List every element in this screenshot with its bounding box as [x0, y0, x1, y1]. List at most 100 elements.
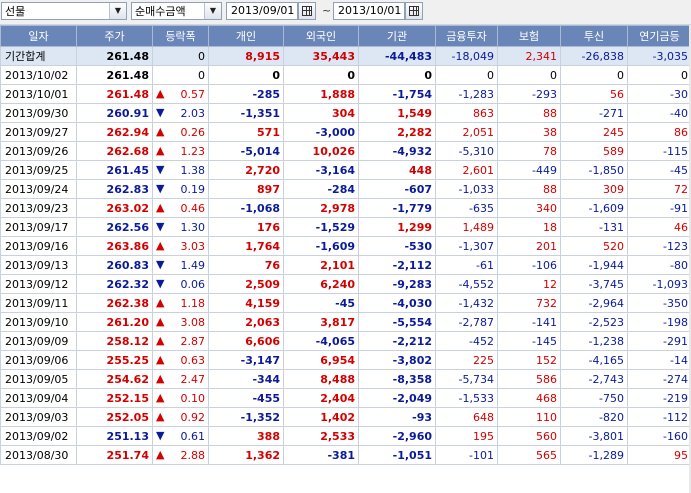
table-row[interactable]: 2013/09/05 254.62 ▲ 2.47 -344 8,488 -8,358 -5,7…	[0, 369, 691, 389]
row-fin: -1,533	[435, 388, 498, 408]
column-header[interactable]: 연기금등	[627, 25, 691, 47]
table-row[interactable]: 2013/09/12 262.32 ▼ 0.06 2,509 6,240 -9,283 -4,…	[0, 274, 691, 294]
row-indiv: -1,352	[208, 407, 284, 427]
chevron-down-icon[interactable]: ▼	[109, 3, 126, 19]
column-header[interactable]: 주가	[76, 25, 153, 47]
table-row[interactable]: 2013/09/13 260.83 ▼ 1.49 76 2,101 -2,112 -61 -10…	[0, 255, 691, 275]
row-ins: 12	[497, 274, 561, 294]
row-foreign: 6,954	[283, 350, 359, 370]
table-row[interactable]: 2013/09/24 262.83 ▼ 0.19 897 -284 -607 -1,033 88…	[0, 179, 691, 199]
table-row[interactable]: 2013/09/04 252.15 ▲ 0.10 -455 2,404 -2,049 -1,5…	[0, 388, 691, 408]
row-fin: 648	[435, 407, 498, 427]
row-change-value: 0.92	[180, 410, 206, 424]
row-ins: 340	[497, 198, 561, 218]
row-indiv: -455	[208, 388, 284, 408]
row-change-value: 0.19	[180, 182, 206, 196]
table-row[interactable]: 2013/10/02 261.48 0 0 0 0 0 0 0 0	[0, 65, 691, 85]
row-price: 252.15	[76, 388, 153, 408]
row-change-value: 0.26	[180, 125, 206, 139]
row-trust: 309	[560, 179, 628, 199]
row-pension: -291	[627, 331, 691, 351]
up-triangle-icon: ▲	[156, 372, 165, 385]
table-row[interactable]: 2013/09/25 261.45 ▼ 1.38 2,720 -3,164 448 2,601…	[0, 160, 691, 180]
table-row[interactable]: 2013/09/11 262.38 ▲ 1.18 4,159 -45 -4,030 -1,43…	[0, 293, 691, 313]
header-row: 일자 주가 등락폭 개인 외국인 기관 금융투자 보험 투신 연기금등	[0, 25, 691, 47]
row-pension: 95	[627, 445, 691, 465]
row-indiv: 388	[208, 426, 284, 446]
row-change: ▼ 0.61	[152, 426, 209, 446]
row-fin: 0	[435, 65, 498, 85]
chevron-down-icon[interactable]: ▼	[204, 3, 221, 19]
table-row[interactable]: 2013/09/16 263.86 ▲ 3.03 1,764 -1,609 -530 -1,3…	[0, 236, 691, 256]
table-row[interactable]: 2013/09/03 252.05 ▲ 0.92 -1,352 1,402 -93 648 11…	[0, 407, 691, 427]
toolbar: 선물 ▼ 순매수금액 ▼ 2013/09/01 ~ 2013/10/01	[0, 0, 691, 25]
row-pension: 0	[627, 65, 691, 85]
up-triangle-icon: ▲	[156, 315, 165, 328]
column-header[interactable]: 일자	[0, 25, 77, 47]
row-trust: 0	[560, 65, 628, 85]
row-date: 2013/09/24	[0, 179, 77, 199]
row-pension: -112	[627, 407, 691, 427]
metric-select[interactable]: 순매수금액 ▼	[131, 2, 222, 20]
row-trust: -2,743	[560, 369, 628, 389]
row-fin: 195	[435, 426, 498, 446]
column-header[interactable]: 등락폭	[152, 25, 209, 47]
table-row[interactable]: 2013/09/10 261.20 ▲ 3.08 2,063 3,817 -5,554 -2,…	[0, 312, 691, 332]
row-ins: 88	[497, 179, 561, 199]
market-select[interactable]: 선물 ▼	[1, 2, 127, 20]
row-inst: 448	[358, 160, 436, 180]
row-indiv: 2,720	[208, 160, 284, 180]
total-row[interactable]: 기간합계 261.48 0 8,915 35,443 -44,483 -18,049 2,34…	[0, 46, 691, 66]
column-header[interactable]: 투신	[560, 25, 628, 47]
table-row[interactable]: 2013/10/01 261.48 ▲ 0.57 -285 1,888 -1,754 -1,2…	[0, 84, 691, 104]
column-header[interactable]: 개인	[208, 25, 284, 47]
column-header[interactable]: 보험	[497, 25, 561, 47]
calendar-icon[interactable]	[405, 2, 423, 20]
table-row[interactable]: 2013/09/30 260.91 ▼ 2.03 -1,351 304 1,549 863 88…	[0, 103, 691, 123]
row-trust: -3,745	[560, 274, 628, 294]
row-indiv: 897	[208, 179, 284, 199]
row-change: ▼ 0.06	[152, 274, 209, 294]
row-inst: -3,802	[358, 350, 436, 370]
row-fin: -18,049	[435, 46, 498, 66]
row-indiv: 0	[208, 65, 284, 85]
row-fin: 2,601	[435, 160, 498, 180]
row-date: 2013/10/01	[0, 84, 77, 104]
table-row[interactable]: 2013/09/09 258.12 ▲ 2.87 6,606 -4,065 -2,212 -4…	[0, 331, 691, 351]
row-date: 2013/09/17	[0, 217, 77, 237]
row-foreign: 8,488	[283, 369, 359, 389]
table-row[interactable]: 2013/09/23 263.02 ▲ 0.46 -1,068 2,978 -1,779 -6…	[0, 198, 691, 218]
row-indiv: 8,915	[208, 46, 284, 66]
row-indiv: 176	[208, 217, 284, 237]
table-row[interactable]: 2013/09/26 262.68 ▲ 1.23 -5,014 10,026 -4,932-…	[0, 141, 691, 161]
row-indiv: -5,014	[208, 141, 284, 161]
table-row[interactable]: 2013/09/27 262.94 ▲ 0.26 571 -3,000 2,282 2,051…	[0, 122, 691, 142]
up-triangle-icon: ▲	[156, 334, 165, 347]
row-pension: -14	[627, 350, 691, 370]
table-row[interactable]: 2013/08/30 251.74 ▲ 2.88 1,362 -381 -1,051 -101…	[0, 445, 691, 465]
row-change-value: 0.46	[180, 201, 206, 215]
row-fin: -2,787	[435, 312, 498, 332]
calendar-icon[interactable]	[298, 2, 316, 20]
row-date: 2013/09/12	[0, 274, 77, 294]
row-inst: -4,030	[358, 293, 436, 313]
row-ins: 201	[497, 236, 561, 256]
table-row[interactable]: 2013/09/06 255.25 ▲ 0.63 -3,147 6,954 -3,802 22…	[0, 350, 691, 370]
row-price: 263.86	[76, 236, 153, 256]
row-price: 261.48	[76, 84, 153, 104]
table-row[interactable]: 2013/09/17 262.56 ▼ 1.30 176 -1,529 1,299 1,489…	[0, 217, 691, 237]
date-from-input[interactable]: 2013/09/01	[226, 2, 298, 20]
table-row[interactable]: 2013/09/02 251.13 ▼ 0.61 388 2,533 -2,960 195 56…	[0, 426, 691, 446]
column-header[interactable]: 외국인	[283, 25, 359, 47]
row-fin: -452	[435, 331, 498, 351]
row-indiv: 4,159	[208, 293, 284, 313]
row-foreign: -1,609	[283, 236, 359, 256]
column-header[interactable]: 금융투자	[435, 25, 498, 47]
row-indiv: 571	[208, 122, 284, 142]
row-price: 262.68	[76, 141, 153, 161]
row-date: 2013/09/13	[0, 255, 77, 275]
row-date: 2013/09/26	[0, 141, 77, 161]
date-to-input[interactable]: 2013/10/01	[333, 2, 405, 20]
investor-trading-table: 일자 주가 등락폭 개인 외국인 기관 금융투자 보험 투신 연기금등 기간합계 261.48 0 8,…	[0, 25, 691, 465]
column-header[interactable]: 기관	[358, 25, 436, 47]
